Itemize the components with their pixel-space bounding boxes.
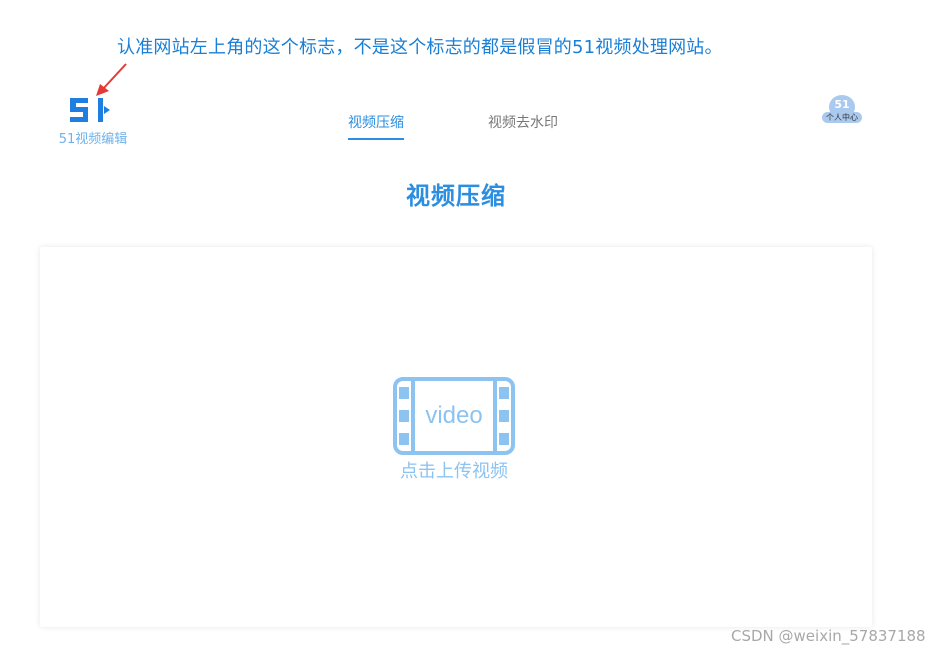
page: 认准网站左上角的这个标志，不是这个标志的都是假冒的51视频处理网站。 51视频编… — [0, 0, 944, 652]
upload-label: 点击上传视频 — [400, 461, 508, 482]
upload-video-button[interactable]: video 点击上传视频 — [392, 375, 520, 483]
video-icon-label: video — [425, 402, 482, 429]
user-center-label: 个人中心 — [822, 112, 862, 123]
upload-card: video 点击上传视频 — [40, 247, 872, 627]
tab-video-watermark-remove[interactable]: 视频去水印 — [488, 112, 558, 132]
user-center-button[interactable]: 51 个人中心 — [822, 95, 862, 125]
annotation-text: 认准网站左上角的这个标志，不是这个标志的都是假冒的51视频处理网站。 — [117, 37, 723, 58]
csdn-watermark: CSDN @weixin_57837188 — [731, 627, 926, 645]
tab-video-compress[interactable]: 视频压缩 — [348, 112, 404, 140]
logo-text: 51视频编辑 — [58, 132, 128, 147]
logo-51-icon — [70, 98, 110, 122]
site-logo[interactable]: 51视频编辑 — [52, 92, 134, 148]
page-title: 视频压缩 — [406, 182, 506, 210]
film-strip-icon: video — [393, 377, 515, 455]
